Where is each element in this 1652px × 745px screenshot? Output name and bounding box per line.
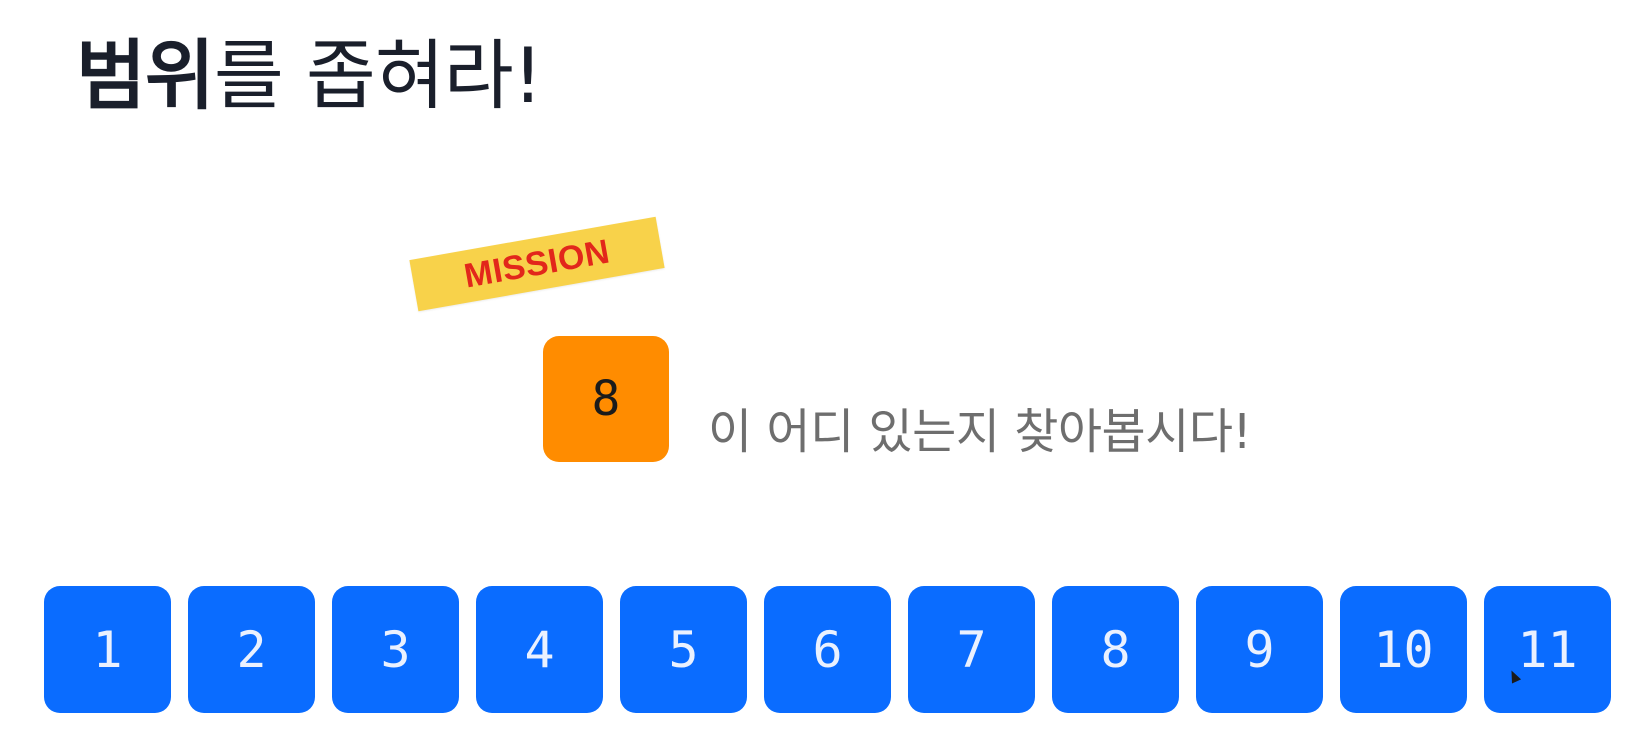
card-label: 1	[92, 620, 123, 679]
card-label: 5	[668, 620, 699, 679]
number-card-4[interactable]: 4	[476, 586, 603, 713]
number-card-11[interactable]: 11	[1484, 586, 1611, 713]
card-label: 4	[524, 620, 555, 679]
card-label: 2	[236, 620, 267, 679]
card-label: 11	[1517, 620, 1578, 679]
card-label: 7	[956, 620, 987, 679]
number-card-1[interactable]: 1	[44, 586, 171, 713]
mission-tag: MISSION	[409, 216, 665, 312]
number-card-7[interactable]: 7	[908, 586, 1035, 713]
number-card-5[interactable]: 5	[620, 586, 747, 713]
card-label: 9	[1244, 620, 1275, 679]
number-cards: 1 2 3 4 5 6 7 8 9 10 11	[44, 586, 1611, 713]
number-card-3[interactable]: 3	[332, 586, 459, 713]
card-label: 6	[812, 620, 843, 679]
page-title: 범위를 좁혀라!	[76, 31, 543, 120]
number-card-6[interactable]: 6	[764, 586, 891, 713]
target-number: 8	[591, 371, 621, 427]
card-label: 8	[1100, 620, 1131, 679]
mission-tag-label: MISSION	[461, 232, 613, 295]
title-rest: 를 좁혀라!	[213, 31, 543, 120]
number-card-10[interactable]: 10	[1340, 586, 1467, 713]
mission-instruction: 이 어디 있는지 찾아봅시다!	[708, 404, 1252, 460]
title-bold: 범위	[76, 31, 215, 120]
target-number-box: 8	[543, 336, 669, 462]
number-card-9[interactable]: 9	[1196, 586, 1323, 713]
card-label: 10	[1373, 620, 1434, 679]
number-card-2[interactable]: 2	[188, 586, 315, 713]
number-card-8[interactable]: 8	[1052, 586, 1179, 713]
card-label: 3	[380, 620, 411, 679]
